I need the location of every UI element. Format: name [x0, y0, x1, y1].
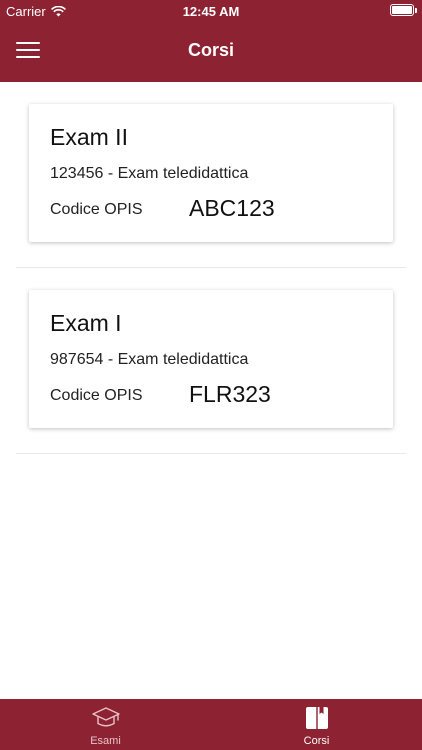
book-icon [305, 707, 328, 729]
battery-icon [390, 4, 417, 16]
graduation-cap-icon [91, 707, 120, 727]
tab-label: Corsi [303, 735, 330, 747]
page-title: Corsi [187, 40, 234, 60]
list-item: Exam I 987654 - Exam teledidattica Codic… [16, 268, 406, 454]
course-card[interactable]: Exam I 987654 - Exam teledidattica Codic… [29, 290, 393, 428]
opis-label: Codice OPIS [50, 387, 143, 404]
tab-bar: Esami Corsi [0, 699, 422, 750]
status-bar: Carrier 12:45 AM [0, 0, 422, 22]
opis-code: ABC123 [189, 195, 275, 221]
app-header: Carrier 12:45 AM Corsi [0, 0, 422, 82]
navigation-bar: Corsi [0, 22, 422, 82]
tab-corsi[interactable]: Corsi [211, 699, 422, 750]
course-title: Exam II [50, 124, 128, 150]
course-card[interactable]: Exam II 123456 - Exam teledidattica Codi… [29, 104, 393, 242]
course-subtitle: 123456 - Exam teledidattica [50, 165, 249, 182]
opis-label: Codice OPIS [50, 201, 143, 218]
status-time: 12:45 AM [182, 4, 240, 19]
list-item: Exam II 123456 - Exam teledidattica Codi… [16, 82, 406, 268]
course-title: Exam I [50, 310, 122, 336]
tab-label: Esami [90, 735, 121, 747]
tab-esami[interactable]: Esami [0, 699, 211, 750]
course-subtitle: 987654 - Exam teledidattica [50, 351, 249, 368]
opis-code: FLR323 [189, 381, 271, 407]
